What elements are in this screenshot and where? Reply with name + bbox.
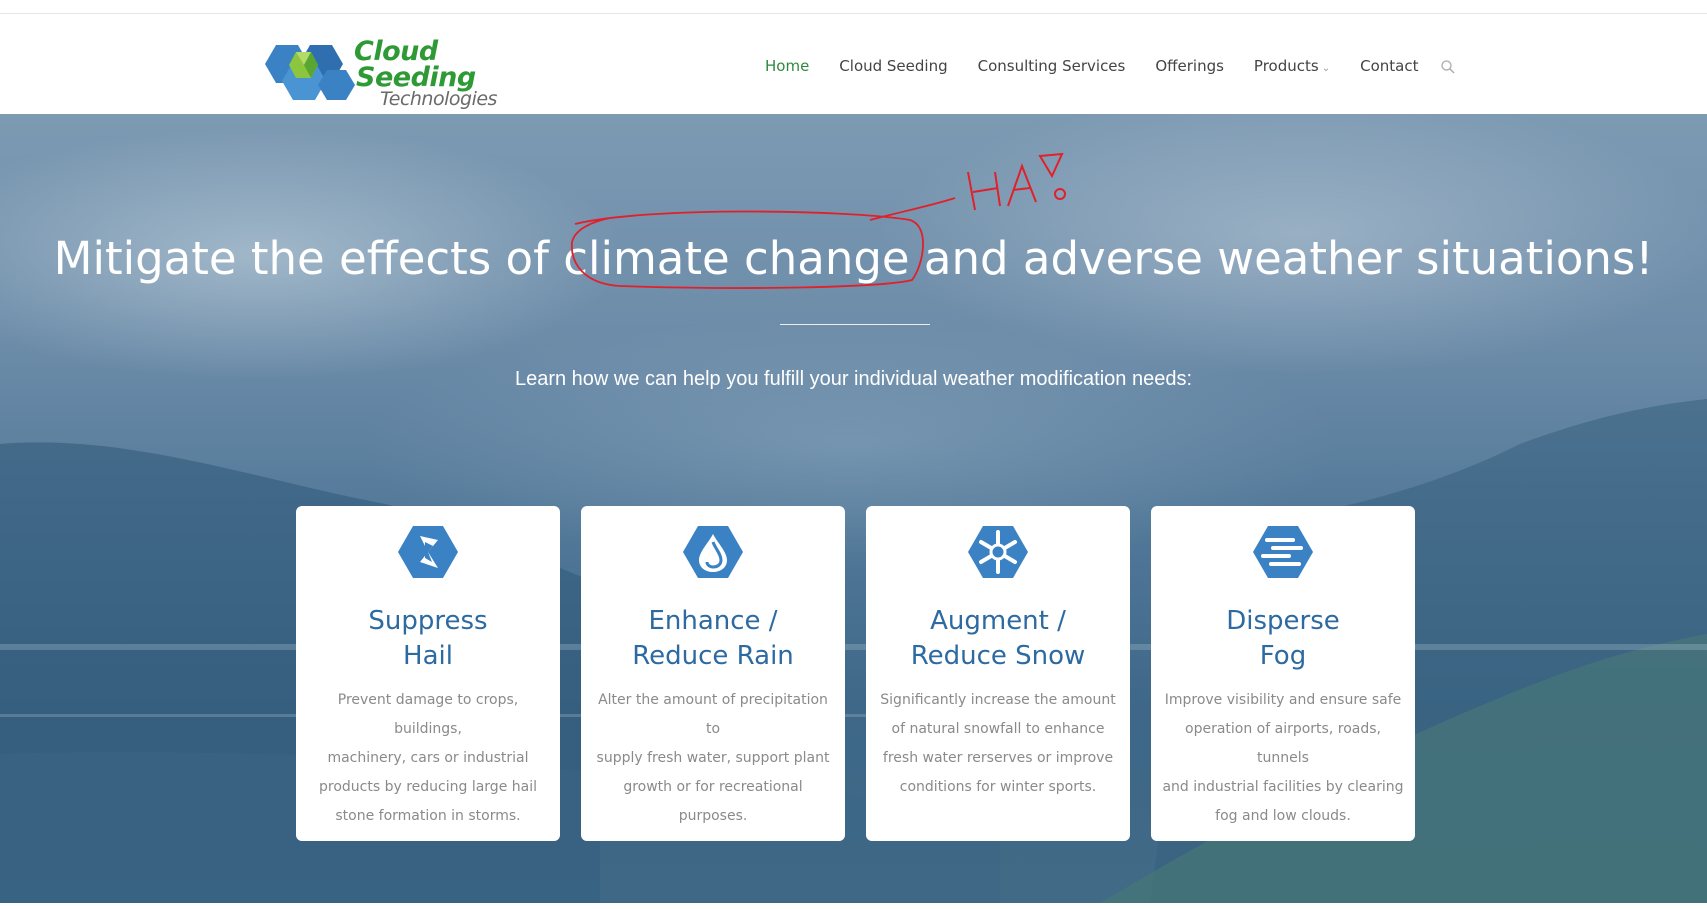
hero-headline: Mitigate the effects of climate change a… [53, 232, 1654, 285]
card-title-line: Reduce Snow [910, 641, 1086, 671]
card-title: Disperse Fog [1151, 604, 1415, 674]
rain-drop-icon [683, 526, 743, 578]
card-description-line: operation of airports, roads, tunnels [1185, 721, 1381, 766]
card-description-line: stone formation in storms. [335, 808, 521, 824]
main-nav: Home Cloud Seeding Consulting Services O… [765, 54, 1448, 78]
logo-text-cloud: Cloud [354, 36, 438, 67]
snowflake-icon [968, 526, 1028, 578]
card-title: Enhance / Reduce Rain [581, 604, 845, 674]
bottom-strip [0, 903, 1707, 909]
card-description-line: Significantly increase the amount [880, 692, 1116, 708]
card-description-line: purposes. [678, 808, 748, 824]
card-title-line: Augment / [930, 606, 1066, 636]
logo-text-technologies: Technologies [380, 88, 497, 110]
search-icon[interactable] [1440, 59, 1456, 75]
card-description-line: Prevent damage to crops, buildings, [337, 692, 519, 737]
card-description-line: machinery, cars or industrial [327, 750, 529, 766]
nav-item-cloud-seeding[interactable]: Cloud Seeding [839, 57, 947, 75]
card-title-line: Hail [403, 641, 453, 671]
card-description-line: Improve visibility and ensure safe [1164, 692, 1402, 708]
card-title-line: Suppress [368, 606, 488, 636]
card-description-line: and industrial facilities by clearing [1162, 779, 1404, 795]
nav-item-contact[interactable]: Contact [1360, 57, 1418, 75]
card-description-line: conditions for winter sports. [899, 779, 1097, 795]
card-title-line: Enhance / [648, 606, 778, 636]
hero-section: Mitigate the effects of climate change a… [0, 114, 1707, 903]
nav-item-offerings[interactable]: Offerings [1155, 57, 1224, 75]
card-description-line: Alter the amount of precipitation to [598, 692, 828, 737]
card-description: Prevent damage to crops, buildings, mach… [306, 686, 550, 831]
card-description-line: fresh water rerserves or improve [882, 750, 1114, 766]
card-description-line: growth or for recreational [623, 779, 803, 795]
service-card-rain[interactable]: Enhance / Reduce Rain Alter the amount of… [581, 506, 845, 841]
card-title: Augment / Reduce Snow [866, 604, 1130, 674]
card-title: Suppress Hail [296, 604, 560, 674]
headline-divider [780, 324, 930, 325]
service-card-hail[interactable]: Suppress Hail Prevent damage to crops, bu… [296, 506, 560, 841]
card-description-line: products by reducing large hail [319, 779, 537, 795]
site-logo[interactable]: Cloud Seeding Technologies [254, 28, 524, 110]
card-title-line: Reduce Rain [632, 641, 794, 671]
nav-item-consulting-services[interactable]: Consulting Services [978, 57, 1126, 75]
nav-item-products[interactable]: Products ⌄ [1254, 57, 1330, 75]
hero-subhead: Learn how we can help you fulfill your i… [514, 368, 1193, 390]
service-card-snow[interactable]: Augment / Reduce Snow Significantly incre… [866, 506, 1130, 841]
nav-item-home[interactable]: Home [765, 57, 809, 75]
card-title-line: Disperse [1226, 606, 1340, 636]
chevron-down-icon: ⌄ [1321, 63, 1331, 74]
card-description-line: fog and low clouds. [1215, 808, 1351, 824]
card-description: Alter the amount of precipitation to sup… [591, 686, 835, 831]
hail-bolt-icon [398, 526, 458, 578]
logo-text-seeding: Seeding [356, 62, 476, 93]
card-title-line: Fog [1259, 641, 1307, 671]
card-description: Significantly increase the amount of nat… [876, 686, 1120, 802]
card-description-line: supply fresh water, support plant [596, 750, 830, 766]
card-description-line: of natural snowfall to enhance [891, 721, 1105, 737]
fog-icon [1253, 526, 1313, 578]
service-card-fog[interactable]: Disperse Fog Improve visibility and ensur… [1151, 506, 1415, 841]
card-description: Improve visibility and ensure safe opera… [1161, 686, 1405, 831]
nav-item-products-label: Products [1253, 57, 1319, 75]
